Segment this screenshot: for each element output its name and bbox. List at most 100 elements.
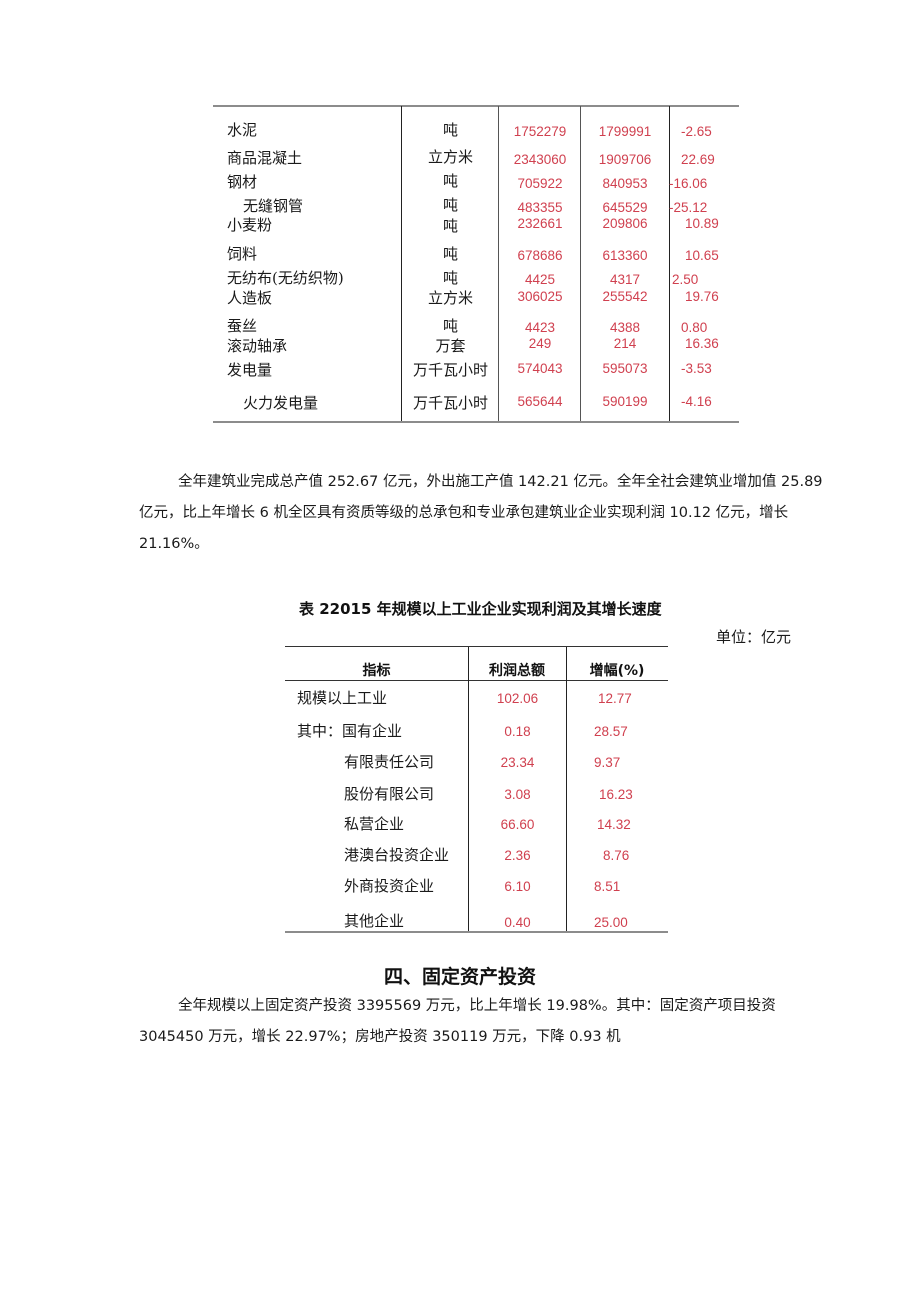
indicator-name: 私营企业 [344,815,405,833]
growth-value: 19.76 [685,289,719,304]
profit-value: 0.18 [504,724,531,739]
growth-value: 9.37 [594,755,621,770]
table2-bottom-rule [285,931,668,933]
growth-value: 16.36 [685,336,719,351]
growth-value: 28.57 [594,724,628,739]
profit-value: 23.34 [500,755,535,770]
product-unit: 立方米 [427,148,473,166]
product-name: 商品混凝土 [227,149,303,167]
previous-value: 214 [613,336,637,351]
current-value: 705922 [517,176,563,191]
product-name: 无缝钢管 [243,197,304,215]
indicator-name: 港澳台投资企业 [344,846,450,864]
profit-value: 102.06 [496,691,539,706]
product-name: 无纺布(无纺织物) [227,269,344,287]
previous-value: 590199 [602,394,648,409]
profit-value: 0.40 [504,915,531,930]
product-unit: 吨 [442,196,458,214]
current-value: 483355 [517,200,563,215]
growth-value: 10.89 [685,216,719,231]
indicator-name: 其他企业 [344,912,405,930]
growth-value: 10.65 [685,248,719,263]
header-growth: 增幅(%) [589,663,645,679]
growth-value: 8.76 [603,848,630,863]
current-value: 565644 [517,394,563,409]
growth-value: 12.77 [598,691,632,706]
growth-value: -16.06 [669,176,708,191]
paragraph-line: 全年规模以上固定资产投资 3395569 万元，比上年增长 19.98%。其中：… [178,998,776,1014]
table-title: 表 22015 年规模以上工业企业实现利润及其增长速度 [299,600,662,618]
growth-value: 8.51 [594,879,621,894]
product-unit: 吨 [442,269,458,287]
previous-value: 1799991 [598,124,652,139]
product-unit: 吨 [442,317,458,335]
profit-value: 66.60 [500,817,535,832]
current-value: 2343060 [513,152,567,167]
previous-value: 595073 [602,361,648,376]
product-name: 水泥 [227,121,258,139]
current-value: 678686 [517,248,563,263]
current-value: 1752279 [513,124,567,139]
growth-value: 25.00 [594,915,628,930]
growth-value: -4.16 [681,394,712,409]
profit-value: 6.10 [504,879,531,894]
header-indicator: 指标 [362,663,391,679]
product-unit: 吨 [442,217,458,235]
previous-value: 4388 [609,320,641,335]
product-name: 钢材 [227,173,258,191]
previous-value: 1909706 [598,152,652,167]
previous-value: 209806 [602,216,648,231]
previous-value: 613360 [602,248,648,263]
current-value: 574043 [517,361,563,376]
previous-value: 840953 [602,176,648,191]
growth-value: 2.50 [672,272,699,287]
table1-top-rule [213,105,739,107]
previous-value: 4317 [609,272,641,287]
growth-value: -2.65 [681,124,712,139]
indicator-name: 外商投资企业 [344,877,435,895]
product-name: 人造板 [227,289,273,307]
previous-value: 255542 [602,289,648,304]
product-name: 滚动轴承 [227,337,288,355]
product-unit: 万套 [435,337,466,355]
product-name: 发电量 [227,361,273,379]
table2-top-rule [285,646,668,647]
growth-value: 0.80 [681,320,708,335]
indicator-name: 规模以上工业 [297,689,388,707]
unit-label: 单位：亿元 [716,628,792,646]
product-name: 饲料 [227,245,258,263]
table1-bottom-rule [213,421,739,423]
paragraph-line: 21.16%。 [139,536,209,552]
growth-value: -3.53 [681,361,712,376]
growth-value: 16.23 [599,787,633,802]
paragraph-line: 3045450 万元，增长 22.97%；房地产投资 350119 万元，下降 … [139,1029,621,1045]
growth-value: 14.32 [597,817,631,832]
product-name: 小麦粉 [227,216,273,234]
table2-header-rule [285,680,668,681]
current-value: 232661 [517,216,563,231]
growth-value: -25.12 [669,200,708,215]
current-value: 4425 [524,272,556,287]
indicator-name: 股份有限公司 [344,785,435,803]
current-value: 249 [528,336,552,351]
product-unit: 吨 [442,121,458,139]
current-value: 306025 [517,289,563,304]
header-profit: 利润总额 [489,663,545,679]
product-unit: 吨 [442,245,458,263]
profit-value: 3.08 [504,787,531,802]
indicator-name: 有限责任公司 [344,753,435,771]
current-value: 4423 [524,320,556,335]
section-heading: 四、固定资产投资 [383,966,536,988]
product-name: 火力发电量 [243,394,319,412]
product-unit: 万千瓦小时 [412,394,488,412]
growth-value: 22.69 [681,152,715,167]
product-unit: 立方米 [427,289,473,307]
product-unit: 万千瓦小时 [412,361,488,379]
product-name: 蚕丝 [227,317,258,335]
table1-col-divider [669,106,670,421]
previous-value: 645529 [602,200,648,215]
paragraph-line: 亿元，比上年增长 6 机全区具有资质等级的总承包和专业承包建筑业企业实现利润 1… [139,505,789,521]
paragraph-line: 全年建筑业完成总产值 252.67 亿元，外出施工产值 142.21 亿元。全年… [178,474,823,490]
indicator-name: 其中：国有企业 [297,722,403,740]
product-unit: 吨 [442,172,458,190]
